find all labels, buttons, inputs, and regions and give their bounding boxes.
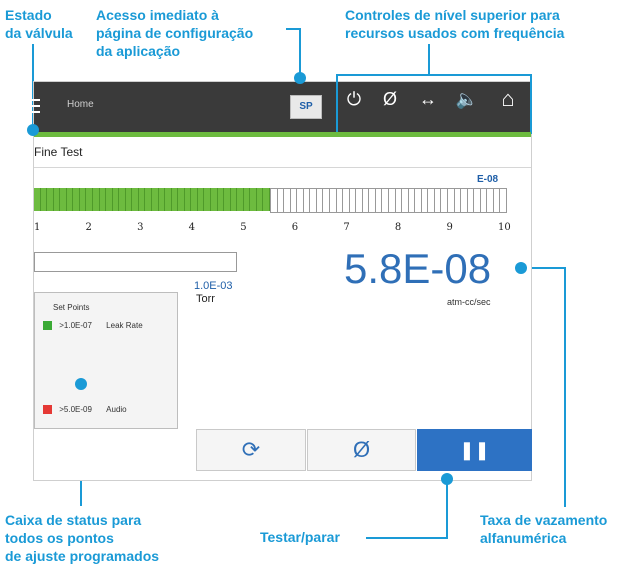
bargraph-segment [40, 188, 48, 211]
callout-dot [75, 378, 87, 390]
leak-rate-unit: atm-cc/sec [447, 297, 491, 307]
scale-tick-label: 6 [291, 222, 299, 233]
callout-line: Controles de nível superior para [345, 7, 560, 23]
callout-line: recursos usados com frequência [345, 25, 565, 41]
scale-tick-label: 9 [446, 222, 453, 233]
bargraph-segment [138, 188, 146, 211]
callout-config-access: Acesso imediato à página de configuração… [96, 6, 253, 60]
bargraph-segment [99, 188, 107, 211]
callout-test-stop: Testar/parar [260, 529, 340, 545]
home-label: Home [67, 99, 94, 110]
scale-tick-label: 8 [394, 222, 402, 233]
callout-top-controls: Controles de nível superior para recurso… [345, 6, 564, 42]
callout-line: de ajuste programados [5, 548, 160, 564]
bargraph-segment [112, 188, 120, 211]
scale-tick-label: 10 [498, 222, 511, 233]
scale-tick-label: 7 [343, 222, 350, 233]
bargraph-segment [217, 188, 225, 211]
leader-line [428, 44, 430, 74]
swap-icon[interactable]: ↔ [416, 89, 440, 110]
leader-line [564, 267, 566, 507]
power-icon[interactable]: ⏻ [342, 89, 366, 110]
callout-line: Caixa de status para [5, 512, 142, 528]
home-icon[interactable]: ⌂ [496, 86, 520, 112]
bargraph-segment [125, 188, 133, 211]
pressure-bar [34, 252, 237, 272]
leader-line [286, 28, 300, 30]
bargraph-segment [66, 188, 74, 211]
callout-leak-rate: Taxa de vazamento alfanumérica [480, 511, 607, 547]
bargraph-segment [263, 188, 270, 211]
setpoint-row: >1.0E-07 Leak Rate [43, 321, 143, 331]
top-bar: Home SP ⏻ Ø ↔ 🔈 ⌂ [24, 74, 532, 134]
pressure-value: 1.0E-03 [194, 280, 233, 292]
setpoint-indicator [43, 321, 52, 331]
bargraph-segment [197, 188, 205, 211]
leak-rate-value: 5.8E-08 [344, 245, 492, 292]
bargraph-segment [79, 188, 87, 211]
hamburger-icon[interactable] [24, 99, 40, 113]
scale-tick-label: 5 [240, 222, 247, 233]
test-mode-title: Fine Test [34, 137, 531, 168]
device-screen: Home SP ⏻ Ø ↔ 🔈 ⌂ Fine Test E-08 1 2 3 4 5 6 7… [24, 74, 532, 481]
setpoint-config-button[interactable]: SP [290, 95, 322, 119]
setpoint-status-box: Set Points >1.0E-07 Leak Rate >5.0E-09 A… [34, 292, 178, 429]
null-icon[interactable]: Ø [378, 89, 402, 110]
bargraph-segment [158, 188, 166, 211]
test-mode-label: Fine Test [34, 145, 83, 159]
setpoint-row: >5.0E-09 Audio [43, 405, 127, 415]
bargraph-segment [171, 188, 179, 211]
bargraph-segment [184, 188, 192, 211]
callout-line: da aplicação [96, 43, 181, 59]
scale-tick-label: 3 [137, 222, 144, 233]
refresh-button[interactable]: ⟳ [196, 429, 306, 471]
callout-line: alfanumérica [480, 530, 567, 546]
bargraph-segment [230, 188, 238, 211]
callout-line: página de configuração [96, 25, 254, 41]
scale-tick-label: 4 [188, 222, 196, 233]
leader-line [446, 478, 448, 538]
callout-dot [294, 72, 306, 84]
pressure-unit: Torr [196, 293, 215, 305]
leader-line [299, 28, 301, 76]
callout-line: Estado [5, 7, 52, 23]
bargraph-segment [86, 188, 93, 211]
callout-valve-state: Estado da válvula [5, 6, 73, 42]
setpoint-value: >1.0E-07 [59, 321, 92, 330]
bargraph-segment [204, 188, 211, 211]
setpoint-indicator [43, 405, 52, 415]
callout-line: da válvula [5, 25, 73, 41]
bargraph-segment [53, 188, 61, 211]
test-stop-button[interactable]: ❚❚ [417, 429, 532, 471]
zero-button[interactable]: Ø [307, 429, 416, 471]
setpoint-title: Set Points [53, 303, 90, 312]
callout-dot [441, 473, 453, 485]
speaker-icon[interactable]: 🔈 [455, 89, 479, 110]
setpoint-value: >5.0E-09 [59, 405, 92, 414]
bargraph-segment [145, 188, 152, 211]
setpoint-label: Leak Rate [106, 321, 143, 330]
setpoint-label: Audio [106, 405, 127, 414]
callout-dot [515, 262, 527, 274]
bargraph-segment [243, 188, 251, 211]
bargraph-segment [499, 188, 507, 213]
callout-dot [27, 124, 39, 136]
bargraph-segment [256, 188, 264, 211]
leader-line [366, 537, 448, 539]
exponent-label: E-08 [477, 174, 499, 185]
callout-line: Acesso imediato à [96, 7, 219, 23]
callout-status-box: Caixa de status para todos os pontos de … [5, 511, 159, 565]
scale-tick-label: 2 [85, 222, 92, 233]
scale-tick-label: 1 [34, 222, 41, 233]
top-controls-group: ⏻ Ø ↔ 🔈 ⌂ [336, 74, 532, 134]
callout-line: Taxa de vazamento [480, 512, 608, 528]
callout-line: todos os pontos [5, 530, 114, 546]
